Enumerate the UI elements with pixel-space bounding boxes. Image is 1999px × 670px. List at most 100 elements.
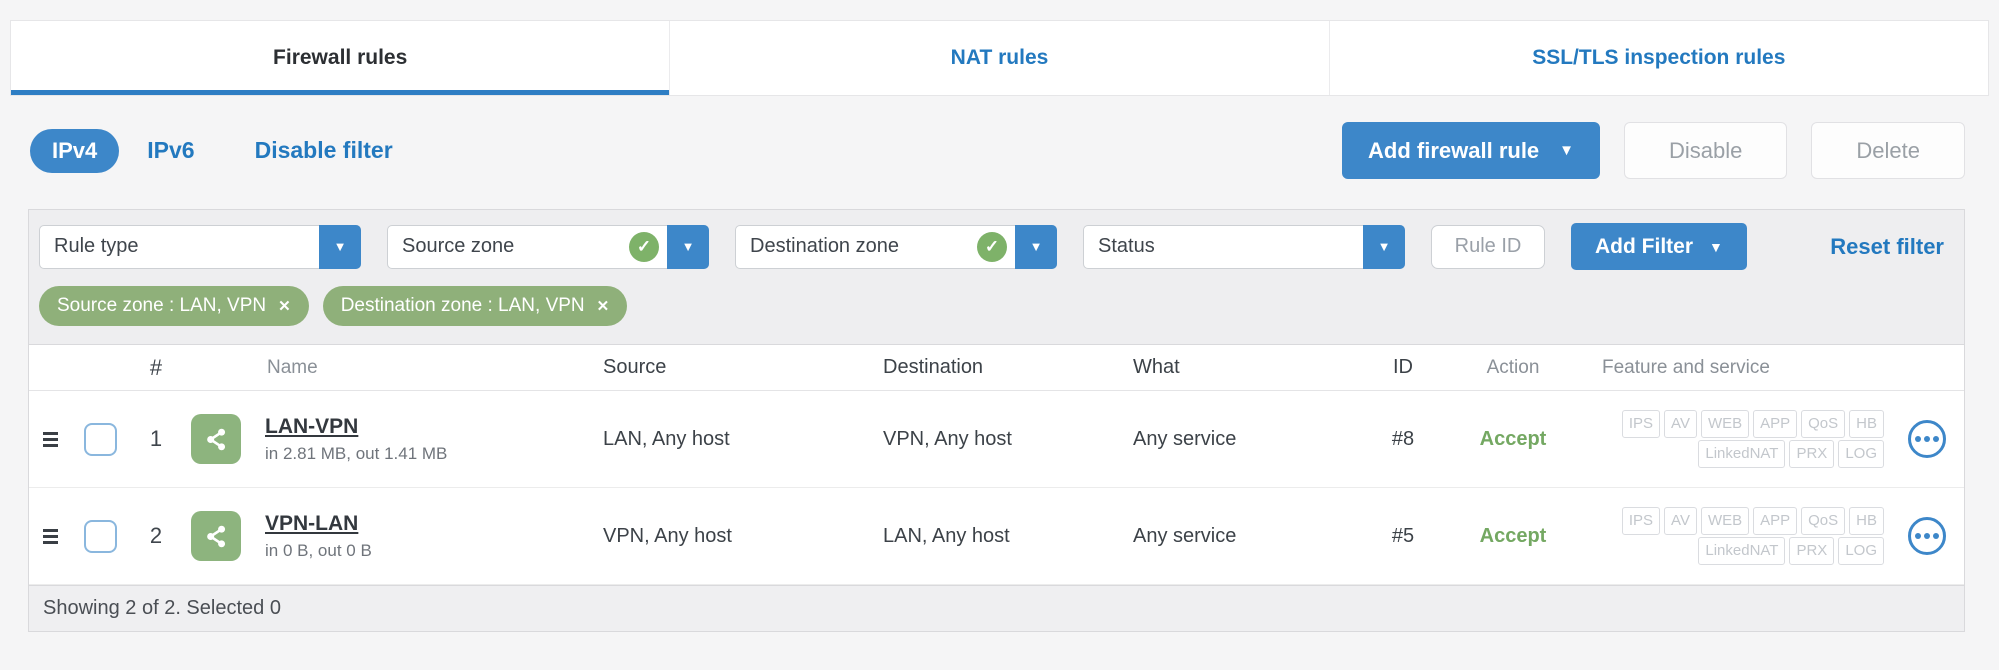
rule-action: Accept [1479,524,1547,547]
add-firewall-rule-button[interactable]: Add firewall rule ▼ [1342,122,1601,179]
header-name: Name [267,356,318,378]
feature-badge: LinkedNAT [1698,537,1786,565]
firewall-rules-panel: Rule type ▼ Source zone ✓ ▼ Destination … [28,209,1965,632]
feature-badge: IPS [1621,507,1661,535]
feature-badge: APP [1753,410,1798,438]
active-tab-underline [11,90,670,95]
table-row: 2 VPN-LAN in 0 B, out 0 B VPN, Any host … [29,488,1964,585]
feature-badge: AV [1664,410,1697,438]
rule-id: #8 [1391,427,1415,450]
chevron-down-icon[interactable]: ▼ [667,224,709,269]
chevron-down-icon[interactable]: ▼ [1363,224,1405,269]
rule-action: Accept [1479,427,1547,450]
rule-destination: LAN, Any host [883,524,1010,547]
header-what: What [1133,356,1180,378]
rule-source: LAN, Any host [603,427,730,450]
feature-badge: WEB [1700,507,1750,535]
ipv6-toggle[interactable]: IPv6 [147,137,194,164]
rule-type-dropdown[interactable]: Rule type ▼ [39,224,361,269]
chevron-down-icon: ▼ [1709,238,1723,255]
tab-nat-rules[interactable]: NAT rules [670,21,1330,95]
row-checkbox[interactable] [83,422,117,456]
feature-badge: LOG [1838,537,1884,565]
header-source: Source [603,356,667,378]
add-filter-button[interactable]: Add Filter ▼ [1571,223,1747,270]
rule-traffic: in 0 B, out 0 B [265,540,372,560]
feature-badge: APP [1753,507,1798,535]
chevron-down-icon[interactable]: ▼ [1015,224,1057,269]
feature-badge: HB [1849,410,1884,438]
status-dropdown[interactable]: Status ▼ [1083,224,1405,269]
feature-badge: AV [1664,507,1697,535]
destination-zone-label: Destination zone [750,235,899,257]
feature-badge: QoS [1801,410,1846,438]
drag-handle-icon[interactable] [42,528,58,544]
rule-name-link[interactable]: VPN-LAN [265,512,358,536]
header-action: Action [1486,356,1540,378]
table-row: 1 LAN-VPN in 2.81 MB, out 1.41 MB LAN, A… [29,391,1964,488]
drag-handle-icon[interactable] [42,431,58,447]
tab-label: NAT rules [950,46,1049,69]
chip-label: Source zone : LAN, VPN [57,295,267,316]
row-number: 1 [149,426,163,451]
feature-badges: IPS AV WEB APP QoS HB LinkedNAT PRX LOG [1578,409,1886,469]
network-rule-icon [191,414,241,464]
header-destination: Destination [883,356,984,378]
source-zone-label: Source zone [402,235,515,257]
add-firewall-rule-label: Add firewall rule [1368,137,1540,163]
row-number: 2 [149,523,163,548]
filter-row: Rule type ▼ Source zone ✓ ▼ Destination … [29,210,1964,280]
tab-label: SSL/TLS inspection rules [1532,46,1786,69]
rule-source: VPN, Any host [603,524,732,547]
delete-button[interactable]: Delete [1811,122,1965,179]
toolbar: IPv4 IPv6 Disable filter Add firewall ru… [30,122,1965,179]
rule-id-input[interactable] [1431,224,1545,269]
feature-badge: PRX [1789,537,1835,565]
tab-label: Firewall rules [273,46,408,69]
rule-traffic: in 2.81 MB, out 1.41 MB [265,443,448,463]
disable-filter-link[interactable]: Disable filter [255,137,393,164]
header-id: ID [1393,356,1413,378]
chip-remove-icon[interactable]: ✕ [278,297,291,315]
add-filter-label: Add Filter [1595,234,1693,258]
table-footer: Showing 2 of 2. Selected 0 [29,585,1964,631]
disable-button[interactable]: Disable [1624,122,1788,179]
rule-type-label: Rule type [54,235,139,257]
feature-badge: HB [1849,507,1884,535]
chevron-down-icon[interactable]: ▼ [319,224,361,269]
more-options-button[interactable] [1908,420,1946,458]
rule-what: Any service [1133,524,1237,547]
feature-badge: LOG [1838,440,1884,468]
rule-name-link[interactable]: LAN-VPN [265,415,358,439]
source-zone-dropdown[interactable]: Source zone ✓ ▼ [387,224,709,269]
ipv4-toggle[interactable]: IPv4 [30,128,120,173]
showing-selected-status: Showing 2 of 2. Selected 0 [43,597,281,619]
check-circle-icon: ✓ [629,231,659,262]
feature-badge: LinkedNAT [1698,440,1786,468]
network-rule-icon [191,511,241,561]
destination-zone-dropdown[interactable]: Destination zone ✓ ▼ [735,224,1057,269]
status-label: Status [1098,235,1155,257]
filter-chip-destination-zone: Destination zone : LAN, VPN ✕ [322,286,628,326]
feature-badge: WEB [1700,410,1750,438]
rule-id: #5 [1391,524,1415,547]
feature-badge: IPS [1621,410,1661,438]
header-num: # [149,354,163,380]
table-header-row: # Name Source Destination What ID Action… [29,345,1964,391]
chevron-down-icon: ▼ [1559,142,1575,159]
tab-firewall-rules[interactable]: Firewall rules [11,21,671,95]
check-circle-icon: ✓ [977,231,1007,262]
feature-badge: PRX [1789,440,1835,468]
row-checkbox[interactable] [83,519,117,553]
rule-what: Any service [1133,427,1237,450]
chip-remove-icon[interactable]: ✕ [597,297,610,315]
reset-filter-link[interactable]: Reset filter [1830,234,1944,260]
header-feature-and-service: Feature and service [1602,356,1770,378]
chip-label: Destination zone : LAN, VPN [340,295,585,316]
more-options-button[interactable] [1908,517,1946,555]
filter-chip-source-zone: Source zone : LAN, VPN ✕ [39,286,309,326]
tab-ssl-tls-inspection-rules[interactable]: SSL/TLS inspection rules [1330,21,1988,95]
feature-badge: QoS [1801,507,1846,535]
toolbar-actions: Add firewall rule ▼ Disable Delete [1342,122,1965,179]
active-filter-chips: Source zone : LAN, VPN ✕ Destination zon… [29,280,1964,345]
